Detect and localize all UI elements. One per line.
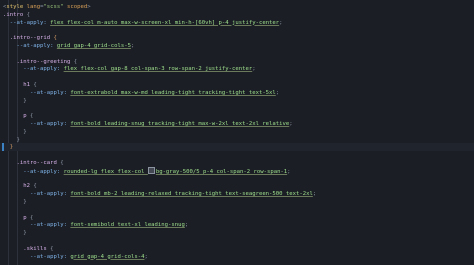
code-token: h1 (3, 82, 34, 88)
code-line[interactable]: <style lang="scss" scoped> (3, 3, 474, 11)
code-line[interactable]: } (3, 136, 474, 144)
code-token: flex flex-col m-auto max-w-screen-xl min… (50, 19, 280, 26)
code-token: .skills (3, 245, 51, 252)
code-token: --at-apply: (3, 253, 71, 260)
code-token: --at-apply: (3, 89, 71, 96)
code-token: ; (312, 191, 317, 198)
code-token: grid gap-4 grid-cols-5 (56, 43, 131, 49)
code-token: } (3, 144, 14, 151)
code-line[interactable] (3, 73, 474, 81)
code-token: { (29, 214, 34, 221)
code-line[interactable]: } (3, 229, 474, 237)
code-line[interactable]: --at-apply: flex flex-col gap-8 col-span… (3, 65, 474, 73)
code-token: flex flex-col gap-8 col-span-3 row-span-… (63, 66, 253, 73)
code-token: { (33, 183, 37, 190)
code-token: h2 (3, 183, 34, 190)
code-token: } (3, 136, 20, 143)
code-token: font-bold leading-snug tracking-tight ma… (70, 121, 290, 127)
code-line[interactable] (3, 50, 474, 58)
code-token: { (33, 82, 37, 88)
code-line[interactable]: --at-apply: font-bold mb-2 leading-relax… (3, 190, 474, 198)
code-token: ; (130, 43, 135, 49)
code-line[interactable]: } (3, 97, 474, 105)
code-token: ; (279, 19, 283, 26)
code-token: font-semibold text-xl leading-snug (70, 222, 185, 229)
code-token: p (3, 113, 30, 120)
code-line[interactable]: --at-apply: grid gap-4 grid-cols-5; (3, 42, 474, 50)
code-line[interactable]: h2 { (3, 182, 474, 190)
code-token: ; (289, 121, 293, 127)
code-line[interactable] (3, 151, 474, 159)
code-token: .intro--card (3, 160, 61, 166)
code-line[interactable]: .skills { (3, 245, 474, 253)
code-line[interactable]: --at-apply: font-semibold text-xl leadin… (3, 221, 474, 229)
code-token: --at-apply: (3, 19, 51, 26)
code-line[interactable]: .intro--greeting { (3, 58, 474, 66)
code-token: } (3, 199, 27, 205)
code-token: --at-apply: (3, 43, 57, 49)
code-token: } (3, 97, 27, 104)
code-line[interactable]: } (3, 198, 474, 206)
code-token: ; (144, 253, 148, 260)
code-line[interactable] (3, 26, 474, 34)
code-line[interactable]: --at-apply: font-bold leading-snug track… (3, 120, 474, 128)
code-line[interactable]: .intro--card { (3, 159, 474, 167)
code-token: { (73, 58, 78, 65)
code-token: ; (184, 222, 189, 229)
code-token: { (26, 11, 30, 18)
code-line[interactable]: --at-apply: rounded-lg flex flex-col bg-… (3, 166, 474, 175)
code-token: ; (275, 89, 280, 96)
code-token: lang (23, 4, 41, 10)
code-token: } (3, 230, 27, 237)
code-line[interactable] (3, 206, 474, 214)
code-line[interactable]: .intro { (3, 11, 474, 19)
code-line[interactable]: } (3, 128, 474, 136)
code-line[interactable]: --at-apply: grid gap-4 grid-cols-4; (3, 253, 474, 261)
code-token: scoped (63, 4, 88, 10)
code-line[interactable] (3, 175, 474, 183)
code-token: --at-apply: (3, 222, 71, 229)
code-token: ; (252, 66, 256, 73)
code-line[interactable]: h1 { (3, 81, 474, 89)
code-token: --at-apply: (3, 66, 64, 73)
code-line[interactable]: p { (3, 214, 474, 222)
code-line[interactable]: --at-apply: flex flex-col m-auto max-w-s… (3, 19, 474, 27)
code-token: { (50, 245, 54, 252)
code-line[interactable] (3, 237, 474, 245)
code-line[interactable] (3, 104, 474, 112)
code-token: { (60, 160, 64, 166)
code-token: p (3, 214, 30, 221)
code-token: style (6, 4, 24, 10)
code-line[interactable]: .intro--grid { (3, 34, 474, 42)
code-token: grid gap-4 grid-cols-4 (70, 253, 145, 260)
code-token: { (53, 35, 57, 42)
code-token: --at-apply: (3, 191, 71, 198)
color-swatch-icon[interactable] (147, 166, 155, 174)
code-line[interactable]: } (3, 143, 474, 151)
code-line[interactable]: p { (3, 112, 474, 120)
code-token: { (29, 113, 34, 120)
code-token: "scss" (43, 4, 64, 10)
code-token: .intro (3, 11, 27, 18)
code-token: .intro--grid (3, 35, 54, 42)
code-token: } (3, 128, 27, 135)
code-token: font-extrabold max-w-md leading-tight tr… (70, 89, 276, 96)
code-editor[interactable]: <style lang="scss" scoped> .intro { --at-… (0, 0, 474, 265)
code-token: .intro--greeting (3, 58, 74, 65)
code-token: > (87, 4, 91, 10)
code-token: --at-apply: (3, 121, 71, 127)
code-token: font-bold mb-2 leading-relaxed tracking-… (70, 191, 313, 198)
code-line[interactable]: --at-apply: font-extrabold max-w-md lead… (3, 89, 474, 97)
